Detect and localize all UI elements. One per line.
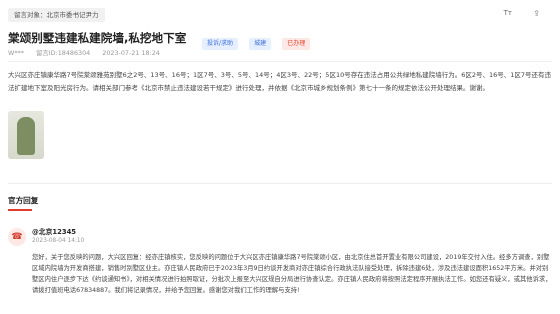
reply-body: 您好，关于您反映的问题，大兴区回复：经亦庄镇核实，您反映的问题位于大兴区亦庄镇康…	[32, 254, 552, 294]
message-id: 留言ID:18486304	[35, 49, 91, 57]
org-avatar-icon: ☎	[8, 228, 26, 246]
recipient-label: 留言对象：北京市委书记尹力	[8, 8, 105, 22]
tag-status: 已办理	[282, 38, 311, 50]
official-reply-heading: 官方回复	[8, 196, 39, 205]
post-title: 棠颂别墅违建私建院墙,私挖地下室	[8, 31, 187, 45]
top-bar: 留言对象：北京市委书记尹力 Tт ⇪	[8, 8, 552, 22]
post-content: 大兴区亦庄镇康华路7号院棠颂雅苑别墅6之2号、13号、16号；1区7号、3号、5…	[8, 71, 552, 92]
divider	[8, 61, 552, 62]
attachment-thumbnail[interactable]	[8, 111, 44, 159]
divider	[8, 183, 552, 184]
share-icon[interactable]: ⇪	[533, 9, 540, 18]
post-meta: W*** 留言ID:18486304 2023-07-21 18:24	[8, 48, 170, 57]
timestamp: 2023-07-21 18:24	[102, 49, 160, 57]
tag-category: 城建	[249, 38, 272, 50]
tag-list: 投诉/求助 城建 已办理	[202, 30, 316, 50]
message-detail-page: 留言对象：北京市委书记尹力 Tт ⇪ 棠颂别墅违建私建院墙,私挖地下室 投诉/求…	[0, 0, 560, 314]
title-row: 棠颂别墅违建私建院墙,私挖地下室 投诉/求助 城建 已办理	[8, 27, 552, 50]
tag-type: 投诉/求助	[202, 38, 239, 50]
reply-org-name: @北京12345	[32, 228, 77, 236]
font-size-toggle[interactable]: Tт	[504, 9, 512, 17]
heading-underline	[8, 209, 32, 211]
reply-time: 2023-08-04 14:10	[32, 238, 85, 244]
thumbnail-subject	[17, 117, 35, 155]
author: W***	[8, 49, 24, 57]
